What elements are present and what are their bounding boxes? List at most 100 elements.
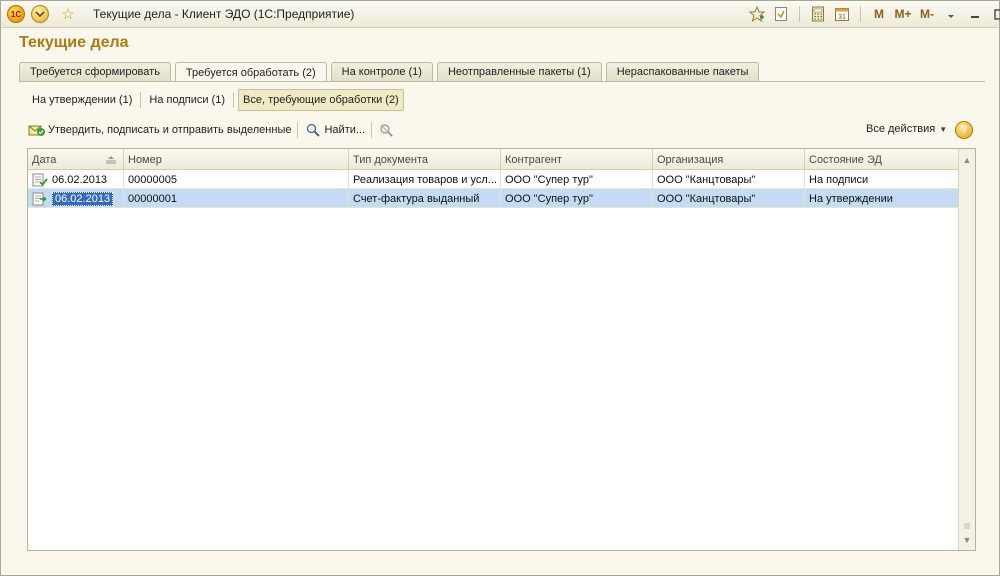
help-label: ? bbox=[960, 124, 968, 136]
column-header-label: Организация bbox=[657, 153, 724, 166]
more-dropdown-icon[interactable] bbox=[941, 4, 961, 24]
column-header-number[interactable]: Номер bbox=[124, 149, 349, 170]
clear-search-icon bbox=[378, 122, 396, 138]
column-header-state[interactable]: Состояние ЭД bbox=[805, 149, 959, 170]
cell-number: 00000001 bbox=[124, 189, 349, 208]
cell-counterparty: ООО "Супер тур" bbox=[501, 189, 653, 208]
column-header-label: Тип документа bbox=[353, 153, 429, 166]
tab-to-process[interactable]: Требуется обработать (2) bbox=[174, 62, 327, 82]
cell-date: 06.02.2013 bbox=[28, 189, 124, 208]
calculator-icon[interactable] bbox=[808, 4, 828, 24]
separator bbox=[140, 92, 142, 108]
cell-doc-type: Счет-фактура выданный bbox=[349, 189, 501, 208]
all-actions-label: Все действия bbox=[866, 123, 936, 135]
cell-state: На утверждении bbox=[805, 189, 959, 208]
subtab-label: Все, требующие обработки (2) bbox=[243, 94, 399, 106]
separator bbox=[297, 122, 299, 138]
cell-counterparty: ООО "Супер тур" bbox=[501, 170, 653, 189]
separator bbox=[233, 92, 234, 108]
column-header-label: Состояние ЭД bbox=[809, 153, 882, 166]
subtab-on-approval[interactable]: На утверждении (1) bbox=[28, 89, 136, 111]
subtab-label: На подписи (1) bbox=[149, 94, 225, 106]
separator bbox=[371, 122, 373, 138]
main-tabs: Требуется сформировать Требуется обработ… bbox=[19, 62, 763, 82]
table-header: Дата Номер Тип документа Контрагент Орга… bbox=[28, 149, 959, 170]
column-header-label: Дата bbox=[32, 153, 57, 166]
maximize-icon[interactable] bbox=[989, 4, 1000, 24]
memory-m-button[interactable]: M bbox=[869, 4, 889, 24]
memory-m-minus-button[interactable]: M- bbox=[917, 4, 937, 24]
m-minus-label: M- bbox=[920, 7, 934, 21]
approve-sign-send-label: Утвердить, подписать и отправить выделен… bbox=[48, 124, 292, 136]
subtab-all-to-process[interactable]: Все, требующие обработки (2) bbox=[238, 89, 404, 111]
date-value: 06.02.2013 bbox=[52, 173, 108, 186]
approve-send-icon bbox=[28, 122, 46, 138]
app-window: 1С ☆ Текущие дела - Клиент ЭДО (1С:Предп… bbox=[0, 0, 1000, 576]
main-menu-icon[interactable] bbox=[31, 5, 49, 23]
tab-unsent-packages[interactable]: Неотправленные пакеты (1) bbox=[436, 62, 602, 81]
tab-on-control[interactable]: На контроле (1) bbox=[330, 62, 433, 81]
tab-label: Нераспакованные пакеты bbox=[616, 66, 749, 78]
column-header-doc-type[interactable]: Тип документа bbox=[349, 149, 501, 170]
scroll-up-icon[interactable]: ▲ bbox=[959, 151, 975, 168]
tab-label: Требуется сформировать bbox=[30, 66, 160, 78]
column-header-counterparty[interactable]: Контрагент bbox=[501, 149, 653, 170]
column-header-label: Номер bbox=[128, 153, 162, 166]
cell-organization: ООО "Канцтовары" bbox=[653, 189, 805, 208]
tab-label: Неотправленные пакеты (1) bbox=[447, 66, 591, 78]
calendar-icon[interactable]: 31 bbox=[832, 4, 852, 24]
tab-label: Требуется обработать (2) bbox=[185, 66, 316, 79]
cell-doc-type: Реализация товаров и усл... bbox=[349, 170, 501, 189]
help-icon[interactable]: ? bbox=[955, 121, 973, 139]
table-row-selected[interactable]: 06.02.2013 00000001 Счет-фактура выданны… bbox=[28, 189, 959, 208]
svg-text:31: 31 bbox=[838, 14, 846, 21]
column-header-label: Контрагент bbox=[505, 153, 562, 166]
resize-grip-icon bbox=[962, 521, 972, 531]
separator bbox=[860, 6, 861, 22]
star-icon[interactable]: ☆ bbox=[59, 5, 77, 23]
add-favorite-icon[interactable] bbox=[747, 4, 767, 24]
documents-table[interactable]: Дата Номер Тип документа Контрагент Орга… bbox=[27, 148, 976, 551]
title-toolbar: 31 M M+ M- bbox=[745, 4, 1000, 24]
tab-label: На контроле (1) bbox=[341, 66, 422, 78]
title-bar: 1С ☆ Текущие дела - Клиент ЭДО (1С:Предп… bbox=[1, 1, 1000, 28]
approve-sign-send-button[interactable]: Утвердить, подписать и отправить выделен… bbox=[28, 120, 291, 140]
1c-logo-icon[interactable]: 1С bbox=[7, 5, 25, 23]
all-actions-menu[interactable]: Все действия ▼ bbox=[866, 123, 947, 135]
chevron-down-icon: ▼ bbox=[939, 124, 948, 134]
vertical-scrollbar[interactable]: ▲ ▼ bbox=[958, 149, 975, 550]
find-label: Найти... bbox=[324, 124, 366, 136]
table-row[interactable]: 06.02.2013 00000005 Реализация товаров и… bbox=[28, 170, 959, 189]
search-icon bbox=[304, 122, 322, 138]
tab-unpacked-packages[interactable]: Нераспакованные пакеты bbox=[605, 62, 760, 81]
subtab-label: На утверждении (1) bbox=[32, 94, 133, 106]
sub-tabs: На утверждении (1) На подписи (1) Все, т… bbox=[28, 89, 404, 111]
sort-ascending-icon bbox=[105, 155, 117, 164]
tab-to-form[interactable]: Требуется сформировать bbox=[19, 62, 171, 81]
memory-m-plus-button[interactable]: M+ bbox=[893, 4, 913, 24]
tabs-divider bbox=[19, 81, 985, 82]
document-send-icon bbox=[32, 192, 48, 206]
scroll-down-icon[interactable]: ▼ bbox=[959, 531, 975, 548]
column-header-date[interactable]: Дата bbox=[28, 149, 124, 170]
cell-organization: ООО "Канцтовары" bbox=[653, 170, 805, 189]
find-button[interactable]: Найти... bbox=[304, 120, 365, 140]
m-label: M bbox=[874, 7, 884, 21]
table-body: 06.02.2013 00000005 Реализация товаров и… bbox=[28, 170, 959, 208]
command-bar: Утвердить, подписать и отправить выделен… bbox=[28, 120, 398, 140]
cell-number: 00000005 bbox=[124, 170, 349, 189]
cell-date: 06.02.2013 bbox=[28, 170, 124, 189]
date-value: 06.02.2013 bbox=[52, 191, 114, 206]
separator bbox=[799, 6, 800, 22]
window-title: Текущие дела - Клиент ЭДО (1С:Предприяти… bbox=[93, 7, 355, 21]
column-header-organization[interactable]: Организация bbox=[653, 149, 805, 170]
m-plus-label: M+ bbox=[894, 7, 912, 21]
clear-search-button[interactable] bbox=[378, 120, 398, 140]
page-title: Текущие дела bbox=[19, 34, 129, 51]
logo-text: 1С bbox=[10, 9, 22, 19]
document-check-icon bbox=[32, 173, 48, 187]
subtab-on-signature[interactable]: На подписи (1) bbox=[145, 89, 229, 111]
link-icon[interactable] bbox=[771, 4, 791, 24]
cell-state: На подписи bbox=[805, 170, 959, 189]
minimize-icon[interactable] bbox=[965, 4, 985, 24]
